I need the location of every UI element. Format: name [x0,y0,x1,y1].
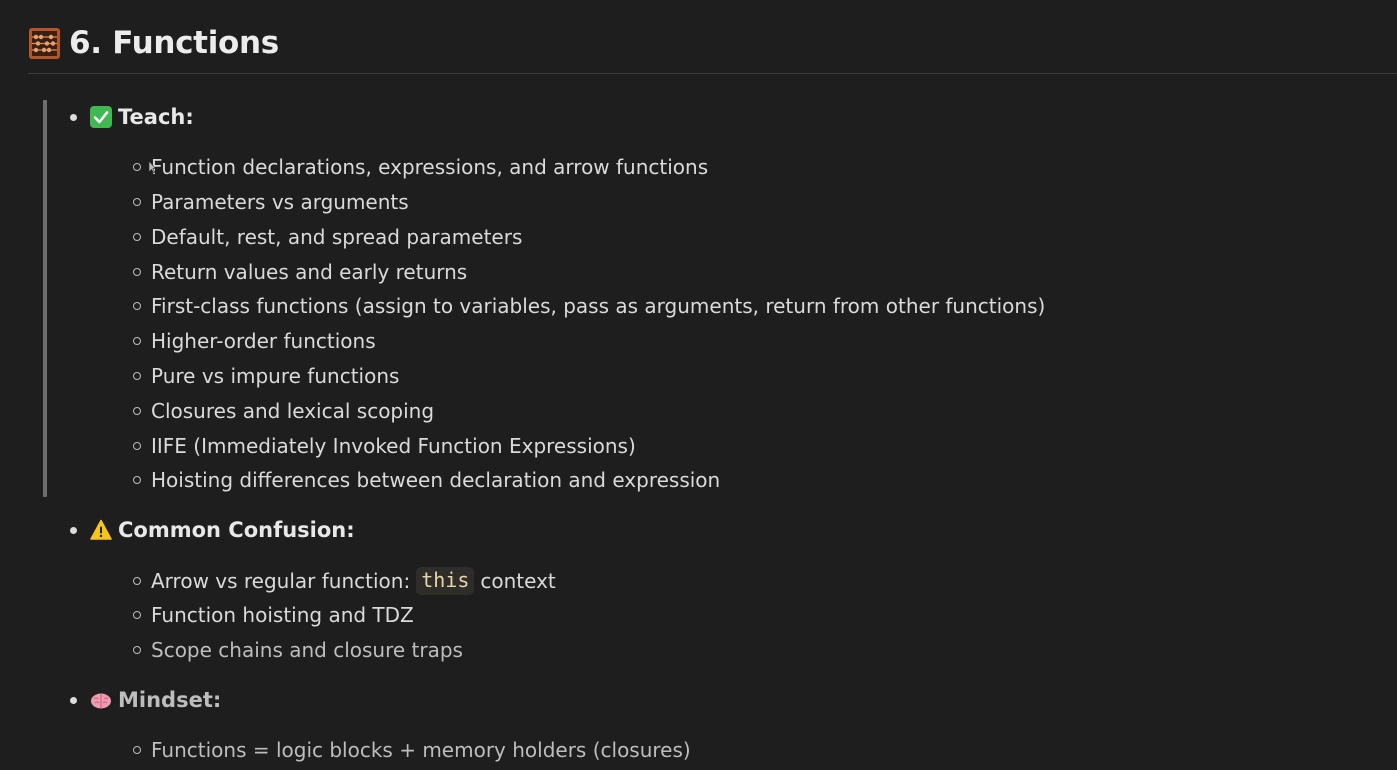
list-item: Hoisting differences between declaration… [133,465,720,495]
hollow-bullet-icon [133,646,141,654]
page-title: 6. Functions [69,25,279,61]
list-item: Parameters vs arguments [133,187,409,217]
section-label: Teach: [118,105,194,129]
hollow-bullet-icon [133,268,141,276]
hollow-bullet-icon [133,577,141,585]
list-item: First-class functions (assign to variabl… [133,291,1045,321]
list-item: Function declarations, expressions, and … [133,152,708,182]
list-item: Closures and lexical scoping [133,396,434,426]
section-label: Mindset: [118,688,222,712]
section-teach: Teach: [70,102,194,132]
text-cursor-icon [148,160,156,174]
bullet-icon [70,696,77,704]
hollow-bullet-icon [133,442,141,450]
hollow-bullet-icon [133,746,141,754]
hollow-bullet-icon [133,337,141,345]
list-item: Higher-order functions [133,326,376,356]
hollow-bullet-icon [133,372,141,380]
list-item: Return values and early returns [133,257,467,287]
bullet-icon [70,526,77,534]
list-item: Scope chains and closure traps [133,635,463,665]
list-item: Functions = logic blocks + memory holder… [133,735,691,765]
section-common-confusion: Common Confusion: [70,515,355,545]
list-item: Arrow vs regular function: this context [133,566,556,596]
list-item: IIFE (Immediately Invoked Function Expre… [133,431,636,461]
warning-icon [90,519,112,540]
hollow-bullet-icon [133,163,141,171]
document-page: 6. Functions Teach: Function declaration… [0,0,1397,770]
brain-icon [91,693,111,709]
hollow-bullet-icon [133,233,141,241]
blockquote-bar [43,100,47,497]
check-mark-icon [90,106,112,128]
hollow-bullet-icon [133,611,141,619]
section-label: Common Confusion: [118,518,355,542]
list-item: Pure vs impure functions [133,361,399,391]
inline-code: this [416,567,475,595]
section-heading: 6. Functions [28,20,279,66]
list-item: Function hoisting and TDZ [133,600,414,630]
list-item: Default, rest, and spread parameters [133,222,522,252]
hollow-bullet-icon [133,476,141,484]
hollow-bullet-icon [133,302,141,310]
section-mindset: Mindset: [70,685,221,715]
abacus-icon [29,27,60,59]
heading-divider [28,73,1397,74]
hollow-bullet-icon [133,198,141,206]
bullet-icon [70,113,77,121]
hollow-bullet-icon [133,407,141,415]
